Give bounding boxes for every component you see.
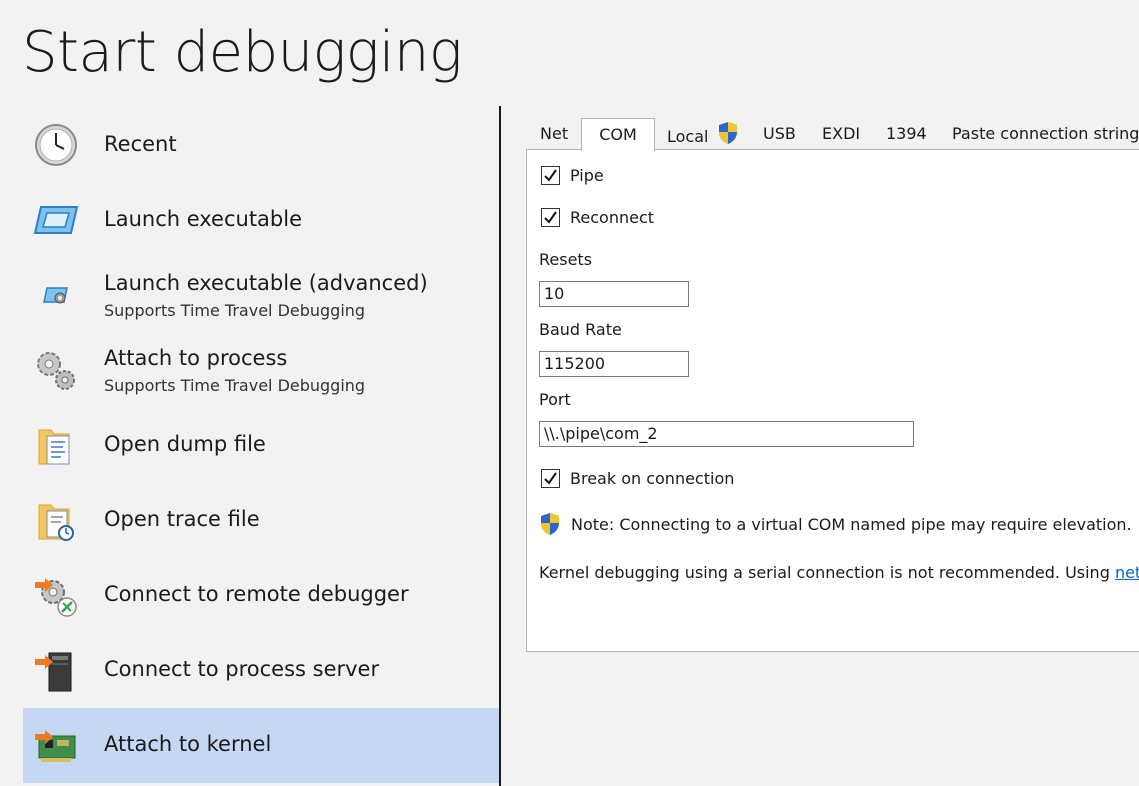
tab-usb[interactable]: USB	[763, 118, 796, 150]
clock-icon	[33, 122, 79, 168]
serial-info-prefix: Kernel debugging using a serial connecti…	[539, 563, 1115, 582]
tab-net[interactable]: Net	[540, 118, 568, 150]
sidebar-item-connect-process-server[interactable]: Connect to process server	[23, 633, 499, 708]
sidebar-item-label: Attach to process	[104, 346, 288, 370]
sidebar-item-label: Recent	[104, 132, 177, 156]
elevation-note: Note: Connecting to a virtual COM named …	[571, 515, 1132, 534]
tab-1394[interactable]: 1394	[886, 118, 927, 150]
break-on-connection-checkbox[interactable]	[541, 469, 560, 488]
executable-icon	[33, 197, 79, 243]
sidebar-item-recent[interactable]: Recent	[23, 108, 499, 183]
sidebar-item-attach-to-kernel[interactable]: Attach to kernel	[23, 708, 499, 783]
sidebar-item-launch-executable[interactable]: Launch executable	[23, 183, 499, 258]
sidebar-item-label: Open dump file	[104, 432, 266, 456]
uac-shield-icon	[539, 512, 561, 540]
remote-debugger-icon	[33, 572, 79, 618]
tab-local[interactable]: Local	[667, 118, 739, 150]
tab-com[interactable]: COM	[581, 118, 655, 151]
port-label: Port	[539, 390, 571, 409]
sidebar-item-launch-executable-advanced[interactable]: Launch executable (advanced) Supports Ti…	[23, 258, 499, 333]
resets-label: Resets	[539, 250, 593, 269]
serial-info-text: Kernel debugging using a serial connecti…	[539, 563, 1139, 582]
gears-icon	[33, 347, 79, 393]
baud-rate-input[interactable]: 115200	[539, 351, 689, 377]
com-settings-panel: Pipe Reconnect Resets 10 Baud Rate 11520…	[526, 149, 1139, 652]
trace-file-icon	[33, 497, 79, 543]
reconnect-label: Reconnect	[570, 208, 655, 227]
sidebar-item-label: Attach to kernel	[104, 732, 272, 756]
tab-local-label: Local	[667, 127, 709, 146]
process-server-icon	[33, 647, 79, 693]
sidebar-item-label: Launch executable	[104, 207, 303, 231]
reconnect-checkbox[interactable]	[541, 208, 560, 227]
pipe-checkbox[interactable]	[541, 166, 560, 185]
pipe-label: Pipe	[570, 166, 604, 185]
sidebar-item-label: Connect to remote debugger	[104, 582, 409, 606]
tab-exdi[interactable]: EXDI	[822, 118, 860, 150]
sidebar-item-label: Launch executable (advanced)	[104, 271, 428, 295]
checkmark-icon	[544, 472, 557, 485]
sidebar-item-connect-remote-debugger[interactable]: Connect to remote debugger	[23, 558, 499, 633]
sidebar-item-attach-to-process[interactable]: Attach to process Supports Time Travel D…	[23, 333, 499, 408]
resets-input[interactable]: 10	[539, 281, 689, 307]
tab-paste-connection-string[interactable]: Paste connection string	[952, 118, 1139, 150]
port-input[interactable]: \\.\pipe\com_2	[539, 421, 914, 447]
break-on-connection-label: Break on connection	[570, 469, 735, 488]
kernel-board-icon	[33, 722, 79, 768]
sidebar-item-sublabel: Supports Time Travel Debugging	[104, 301, 366, 320]
network-link[interactable]: netw	[1115, 563, 1139, 582]
sidebar-item-open-trace-file[interactable]: Open trace file	[23, 483, 499, 558]
sidebar-item-sublabel: Supports Time Travel Debugging	[104, 376, 366, 395]
sidebar-item-label: Open trace file	[104, 507, 260, 531]
sidebar-item-label: Connect to process server	[104, 657, 380, 681]
divider	[499, 106, 501, 786]
executable-advanced-icon	[33, 272, 79, 318]
page-title: Start debugging	[22, 20, 463, 85]
baud-rate-label: Baud Rate	[539, 320, 622, 339]
sidebar-item-open-dump-file[interactable]: Open dump file	[23, 408, 499, 483]
checkmark-icon	[544, 169, 557, 182]
uac-shield-icon	[717, 122, 739, 149]
checkmark-icon	[544, 211, 557, 224]
dump-file-icon	[33, 422, 79, 468]
